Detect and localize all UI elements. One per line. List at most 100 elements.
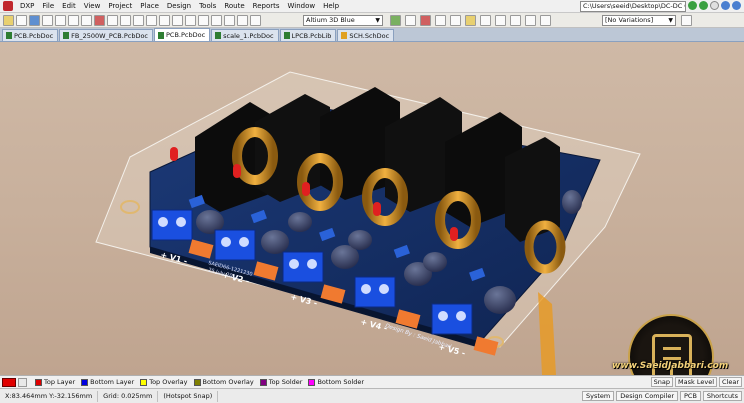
snap-button[interactable]: Snap xyxy=(650,377,674,387)
layer-tab-bottom-layer[interactable]: Bottom Layer xyxy=(78,378,137,386)
layer-tab-bottom-solder[interactable]: Bottom Solder xyxy=(305,378,367,386)
snap-mode: (Hotspot Snap) xyxy=(158,390,219,402)
layer-tab-top-layer[interactable]: Top Layer xyxy=(32,378,78,386)
component-icon[interactable] xyxy=(510,15,521,26)
copy-icon[interactable] xyxy=(120,14,131,26)
cursor-coordinates: X:83.464mm Y:-32.156mm xyxy=(0,390,99,402)
chevron-down-icon: ▼ xyxy=(375,17,380,24)
select-icon[interactable] xyxy=(185,14,196,26)
chevron-down-icon: ▼ xyxy=(668,17,673,24)
menu-window[interactable]: Window xyxy=(284,2,320,10)
globe-icon[interactable] xyxy=(732,1,741,10)
nav-buttons xyxy=(688,1,741,10)
pcb-3d-viewport[interactable]: + V1 - + V2 - + V3 - + V4 - + V5 - SAEID… xyxy=(0,42,744,375)
zoom-area-icon[interactable] xyxy=(68,14,79,26)
variant-manager-icon[interactable] xyxy=(681,15,692,26)
tab-sch-schdoc[interactable]: SCH.SchDoc xyxy=(337,29,395,41)
panel-system-button[interactable]: System xyxy=(581,391,615,401)
arc-icon[interactable] xyxy=(450,15,461,26)
panel-buttons: System Design Compiler PCB Shortcuts xyxy=(581,391,742,401)
status-bar: X:83.464mm Y:-32.156mm Grid: 0.025mm (Ho… xyxy=(0,388,744,403)
dimension-icon[interactable] xyxy=(525,15,536,26)
move-icon[interactable] xyxy=(172,14,183,26)
clear-button[interactable]: Clear xyxy=(719,377,742,387)
pcb-document-icon xyxy=(6,32,12,39)
cross-probe-icon[interactable] xyxy=(237,14,248,26)
favorites-icon[interactable] xyxy=(721,1,730,10)
layer-color-swatch xyxy=(193,378,201,386)
tab-pcb-pcbdoc[interactable]: PCB.PcbDoc xyxy=(2,29,59,41)
toolbar: Altium 3D Blue ▼ [No Variations] ▼ xyxy=(0,13,744,28)
menu-dxp[interactable]: DXP xyxy=(16,2,38,10)
print-icon[interactable] xyxy=(42,14,53,26)
layer-tab-top-solder[interactable]: Top Solder xyxy=(257,378,306,386)
panel-pcb-button[interactable]: PCB xyxy=(680,391,701,401)
forward-icon[interactable] xyxy=(699,1,708,10)
menu-view[interactable]: View xyxy=(80,2,105,10)
cut-icon[interactable] xyxy=(107,14,118,26)
tab-pcb-pcbdoc-active[interactable]: PCB.PcbDoc xyxy=(154,28,211,41)
layer-color-swatch xyxy=(35,378,42,386)
filter-icon[interactable] xyxy=(94,14,105,26)
pcb-document-icon xyxy=(158,31,164,39)
grid-size: Grid: 0.025mm xyxy=(98,390,159,402)
back-icon[interactable] xyxy=(688,1,697,10)
pcb-3d-render: + V1 - + V2 - + V3 - + V4 - + V5 - SAEID… xyxy=(95,71,641,375)
rubber-stamp-icon[interactable] xyxy=(146,14,157,26)
grid-icon[interactable] xyxy=(250,14,261,26)
select-area-icon[interactable] xyxy=(159,14,170,26)
menu-edit[interactable]: Edit xyxy=(58,2,80,10)
menu-file[interactable]: File xyxy=(38,2,58,10)
via-icon[interactable] xyxy=(435,15,446,26)
tab-lpcb-pcblib[interactable]: LPCB.PcbLib xyxy=(279,29,337,41)
menu-tools[interactable]: Tools xyxy=(195,2,220,10)
variations-select[interactable]: [No Variations] ▼ xyxy=(602,15,676,26)
altium-logo-icon xyxy=(3,1,13,11)
new-document-icon[interactable] xyxy=(16,14,27,26)
interactive-routing-icon[interactable] xyxy=(390,15,401,26)
tab-scale-1-pcbdoc[interactable]: scale_1.PcbDoc xyxy=(211,29,279,41)
layer-tab-top-overlay[interactable]: Top Overlay xyxy=(137,378,190,386)
layer-color-swatch xyxy=(259,378,267,386)
fill-icon[interactable] xyxy=(465,15,476,26)
pcb-document-icon xyxy=(215,32,222,39)
tab-fb-2500w-pcbdoc[interactable]: FB_2500W_PCB.PcbDoc xyxy=(59,29,153,41)
menu-design[interactable]: Design xyxy=(163,2,195,10)
view-configuration-select[interactable]: Altium 3D Blue ▼ xyxy=(303,15,383,26)
layer-color-swatch xyxy=(81,378,89,386)
panel-design-compiler-button[interactable]: Design Compiler xyxy=(616,391,678,401)
redo-icon[interactable] xyxy=(224,14,235,26)
website-watermark: www.SaeidJabbari.com xyxy=(612,361,729,371)
room-icon[interactable] xyxy=(540,15,551,26)
layer-nav-left-icon[interactable] xyxy=(18,377,27,387)
pad-icon[interactable] xyxy=(420,15,431,26)
mask-level-button[interactable]: Mask Level xyxy=(675,377,717,387)
menu-help[interactable]: Help xyxy=(319,2,343,10)
pcb-library-icon xyxy=(283,32,290,39)
menu-project[interactable]: Project xyxy=(104,2,136,10)
deselect-icon[interactable] xyxy=(198,14,209,26)
zoom-fit-icon[interactable] xyxy=(55,14,66,26)
current-layer-swatch[interactable] xyxy=(2,377,16,387)
paste-icon[interactable] xyxy=(133,14,144,26)
polygon-icon[interactable] xyxy=(480,15,491,26)
panel-shortcuts-button[interactable]: Shortcuts xyxy=(702,391,742,401)
document-tabs: PCB.PcbDoc FB_2500W_PCB.PcbDoc PCB.PcbDo… xyxy=(0,28,744,42)
open-folder-icon[interactable] xyxy=(3,14,14,26)
layer-color-swatch xyxy=(140,378,148,386)
document-path-field[interactable]: C:\Users\seeid\Desktop\DC-DC Co xyxy=(580,1,686,12)
route-icon[interactable] xyxy=(405,15,416,26)
layer-tab-bottom-overlay[interactable]: Bottom Overlay xyxy=(191,378,257,386)
menu-reports[interactable]: Reports xyxy=(249,2,284,10)
zoom-selected-icon[interactable] xyxy=(81,14,92,26)
snap-controls: Snap Mask Level Clear xyxy=(650,377,742,387)
save-icon[interactable] xyxy=(29,14,40,26)
menu-place[interactable]: Place xyxy=(136,2,163,10)
home-icon[interactable] xyxy=(710,1,719,10)
string-icon[interactable] xyxy=(495,15,506,26)
undo-icon[interactable] xyxy=(211,14,222,26)
board-standoff xyxy=(538,292,556,375)
menu-route[interactable]: Route xyxy=(220,2,248,10)
schematic-document-icon xyxy=(341,32,348,39)
pcb-document-icon xyxy=(63,32,70,39)
